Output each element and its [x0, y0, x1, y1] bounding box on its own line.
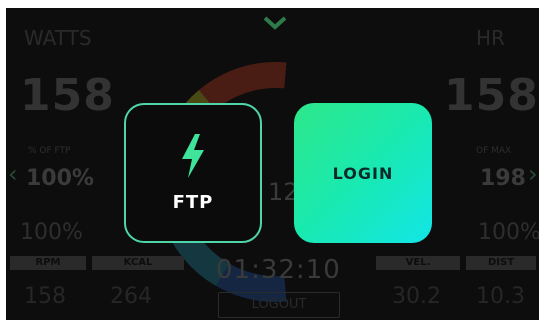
vel-tab: VEL.: [376, 256, 460, 270]
chevron-right-icon[interactable]: ›: [528, 160, 538, 188]
workout-screen: WATTS HR 158 158 % OF FTP OF MAX ‹ 100% …: [6, 8, 539, 320]
ftp-tile-button[interactable]: FTP: [124, 103, 262, 243]
left-percent: 100%: [20, 220, 83, 245]
chevron-left-icon[interactable]: ‹: [8, 160, 18, 188]
watts-value: 158: [20, 70, 115, 121]
ftp-tile-label: FTP: [172, 191, 214, 213]
login-tile-label: LOGIN: [332, 163, 394, 183]
logout-button[interactable]: LOGOUT: [218, 292, 340, 318]
hr-max-label: OF MAX: [476, 146, 512, 156]
hr-value: 158: [444, 70, 539, 121]
ftp-percent-label: % OF FTP: [28, 146, 71, 156]
lightning-bolt-icon: [182, 133, 204, 178]
kcal-value: 264: [110, 284, 152, 309]
dist-tab: DIST: [466, 256, 536, 270]
rpm-value: 158: [24, 284, 66, 309]
dist-value: 10.3: [476, 284, 525, 309]
chevron-down-icon[interactable]: [261, 14, 289, 32]
kcal-tab: KCAL: [92, 256, 184, 270]
watts-label: WATTS: [24, 26, 92, 50]
login-tile-button[interactable]: LOGIN: [294, 103, 432, 243]
elapsed-timer: 01:32:10: [216, 255, 341, 285]
right-percent: 100%: [478, 220, 539, 245]
ftp-percent-value: 100%: [26, 166, 94, 191]
rpm-tab: RPM: [10, 256, 86, 270]
hr-max-value: 198: [480, 166, 526, 191]
vel-value: 30.2: [392, 284, 441, 309]
hr-label: HR: [476, 26, 505, 50]
